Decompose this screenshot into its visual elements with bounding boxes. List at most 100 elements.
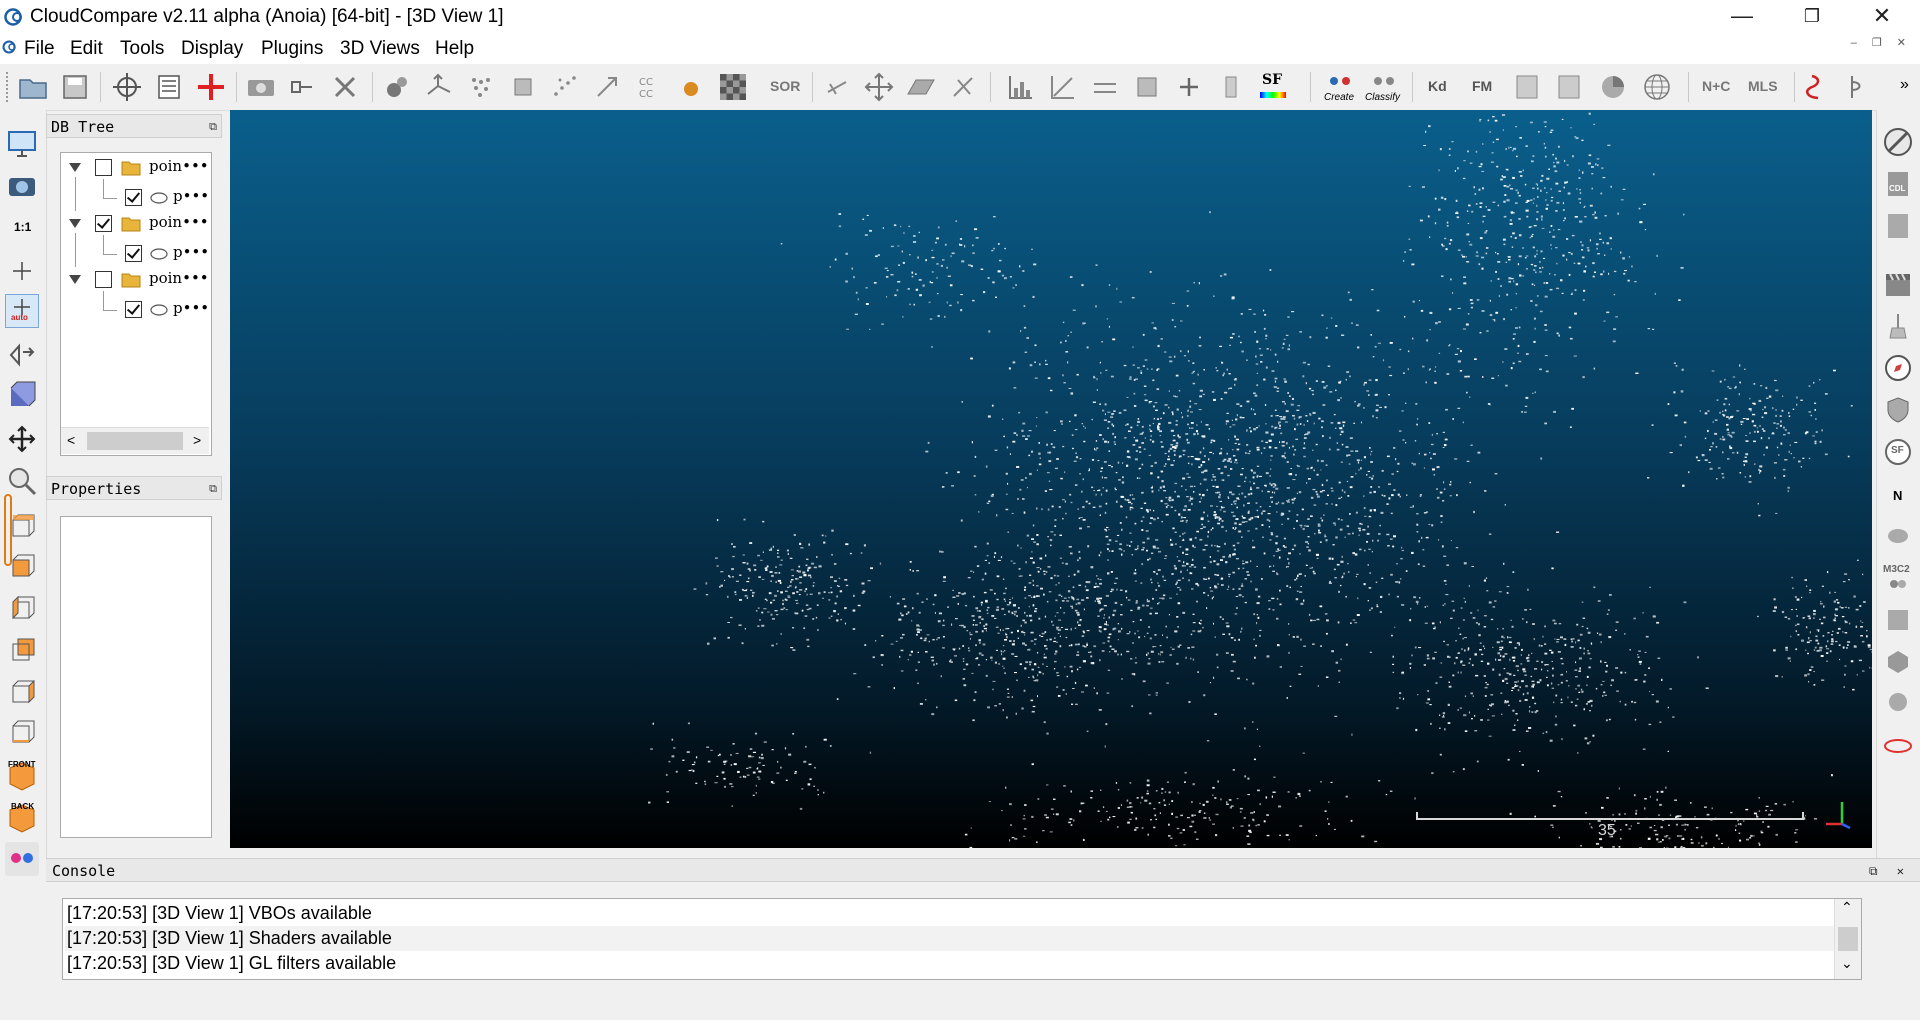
north-button[interactable]: N [1882, 478, 1914, 510]
back-view-icon[interactable] [5, 634, 39, 668]
properties-table[interactable] [60, 516, 212, 838]
sphere-icon[interactable] [1640, 70, 1674, 104]
right-view-icon[interactable] [5, 676, 39, 710]
front-view-icon[interactable] [5, 550, 39, 584]
export-csv-icon[interactable] [1552, 70, 1586, 104]
rotate-view-icon[interactable] [5, 338, 39, 372]
animation-clapper-icon[interactable] [1882, 268, 1914, 300]
scroll-thumb[interactable] [87, 432, 183, 450]
ransac-icon[interactable] [1800, 70, 1834, 104]
mdi-window-controls[interactable]: – ❐ ✕ [1851, 36, 1912, 49]
left-view-icon[interactable] [5, 592, 39, 626]
fast-marching-button[interactable]: FM [1472, 78, 1492, 94]
console-vscrollbar[interactable]: ⌃ ⌄ [1834, 899, 1861, 979]
scroll-down-arrow[interactable]: ⌄ [1841, 955, 1853, 972]
csf-filter-icon[interactable] [1882, 210, 1914, 242]
list-icon[interactable] [152, 70, 186, 104]
db-tree-float-button[interactable]: ⧉ [209, 115, 217, 139]
color-icon[interactable] [674, 70, 708, 104]
cut-icon[interactable] [820, 70, 854, 104]
console-window-controls[interactable]: ⧉ ✕ [1869, 859, 1910, 883]
scroll-left-arrow[interactable]: < [67, 432, 75, 448]
arithmetic-icon[interactable] [1130, 70, 1164, 104]
menu-tools[interactable]: Tools [120, 38, 164, 60]
normals-color-button[interactable]: N+C [1702, 78, 1730, 94]
menu-3d-views[interactable]: 3D Views [340, 38, 420, 60]
tree-expand-icon[interactable] [69, 163, 81, 172]
tree-expand-icon[interactable] [69, 219, 81, 228]
db-tree-hscrollbar[interactable]: < > [61, 427, 209, 454]
iso-front-button[interactable]: FRONT [5, 758, 39, 792]
cross-section-icon[interactable] [946, 70, 980, 104]
sf-colormap-button[interactable]: SF [1256, 70, 1290, 104]
maximize-button[interactable]: ❐ [1782, 0, 1842, 34]
canupo-classify-button[interactable]: Classify [1364, 70, 1404, 104]
open-folder-icon[interactable] [16, 70, 50, 104]
set-pivot-icon[interactable] [5, 254, 39, 288]
profile-icon[interactable] [1842, 70, 1876, 104]
menu-plugins[interactable]: Plugins [261, 38, 323, 60]
console-log[interactable]: [17:20:53] [3D View 1] VBOs available [1… [62, 898, 1862, 980]
tree-cloud-label[interactable]: p••• [173, 243, 209, 265]
toolbar-overflow-button[interactable]: » [1900, 76, 1909, 94]
tree-folder-checkbox[interactable] [95, 159, 112, 176]
tree-folder-checkbox[interactable] [95, 215, 112, 232]
tree-cloud-label[interactable]: p••• [173, 187, 209, 209]
translate-icon[interactable] [862, 70, 896, 104]
export-shp-icon[interactable] [1510, 70, 1544, 104]
canupo-create-button[interactable]: Create [1320, 70, 1360, 104]
stereo-button[interactable] [5, 842, 39, 876]
close-button[interactable]: ✕ [1852, 0, 1912, 34]
kd-tree-button[interactable]: Kd [1428, 78, 1447, 94]
ransac-shapes-icon[interactable] [1882, 688, 1914, 720]
segment-icon[interactable] [286, 70, 320, 104]
pan-icon[interactable] [5, 422, 39, 456]
toolbar-grip[interactable] [6, 72, 12, 102]
perspective-cube-icon[interactable] [5, 378, 39, 412]
histogram-icon[interactable] [1004, 70, 1038, 104]
tree-folder-checkbox[interactable] [95, 271, 112, 288]
tree-folder-label[interactable]: poin••• [149, 269, 209, 291]
properties-float-button[interactable]: ⧉ [209, 477, 217, 501]
voxel-icon[interactable] [506, 70, 540, 104]
point-picking-icon[interactable] [110, 70, 144, 104]
tree-folder-label[interactable]: poin••• [149, 213, 209, 235]
pie-icon[interactable] [1596, 70, 1630, 104]
m3c2-button[interactable]: M3C2 [1882, 562, 1914, 594]
menu-edit[interactable]: Edit [70, 38, 103, 60]
cdl-button[interactable]: CDL [1882, 168, 1914, 200]
hpr-icon[interactable] [1882, 520, 1914, 552]
sf-gradient-icon[interactable] [1046, 70, 1080, 104]
minimize-button[interactable]: — [1712, 0, 1772, 34]
menu-help[interactable]: Help [435, 38, 474, 60]
stop-icon[interactable] [1882, 126, 1914, 158]
sf-plugin-button[interactable]: SF [1882, 436, 1914, 468]
scroll-right-arrow[interactable]: > [193, 432, 201, 448]
tree-cloud-checkbox[interactable] [125, 245, 142, 262]
scroll-thumb[interactable] [1838, 927, 1858, 951]
cc-icon[interactable]: CCCC [632, 70, 666, 104]
pcv-icon[interactable] [1882, 604, 1914, 636]
db-tree-list[interactable]: poin••• p••• poin••• p••• poin••• p••• <… [60, 152, 212, 456]
zoom-1-1-button[interactable]: 1:1 [14, 220, 31, 234]
sor-filter-button[interactable]: SOR [770, 78, 800, 94]
menu-file[interactable]: File [24, 38, 55, 60]
tree-cloud-checkbox[interactable] [125, 189, 142, 206]
top-view-icon[interactable] [5, 510, 39, 544]
remove-sf-icon[interactable] [1214, 70, 1248, 104]
shield-icon[interactable] [1882, 394, 1914, 426]
bottom-view-icon[interactable] [5, 716, 39, 750]
subsample-icon[interactable] [464, 70, 498, 104]
checkerboard-icon[interactable] [716, 70, 750, 104]
noise-filter-icon[interactable] [548, 70, 582, 104]
tree-cloud-label[interactable]: p••• [173, 299, 209, 321]
ellipse-icon[interactable] [1882, 730, 1914, 762]
zoom-icon[interactable] [5, 464, 39, 498]
menu-display[interactable]: Display [181, 38, 243, 60]
scale-icon[interactable] [590, 70, 624, 104]
save-icon[interactable] [58, 70, 92, 104]
tree-cloud-checkbox[interactable] [125, 301, 142, 318]
screenshot-camera-icon[interactable] [5, 168, 39, 202]
fullscreen-icon[interactable] [5, 126, 39, 160]
3d-view[interactable]: 35 [230, 110, 1872, 848]
